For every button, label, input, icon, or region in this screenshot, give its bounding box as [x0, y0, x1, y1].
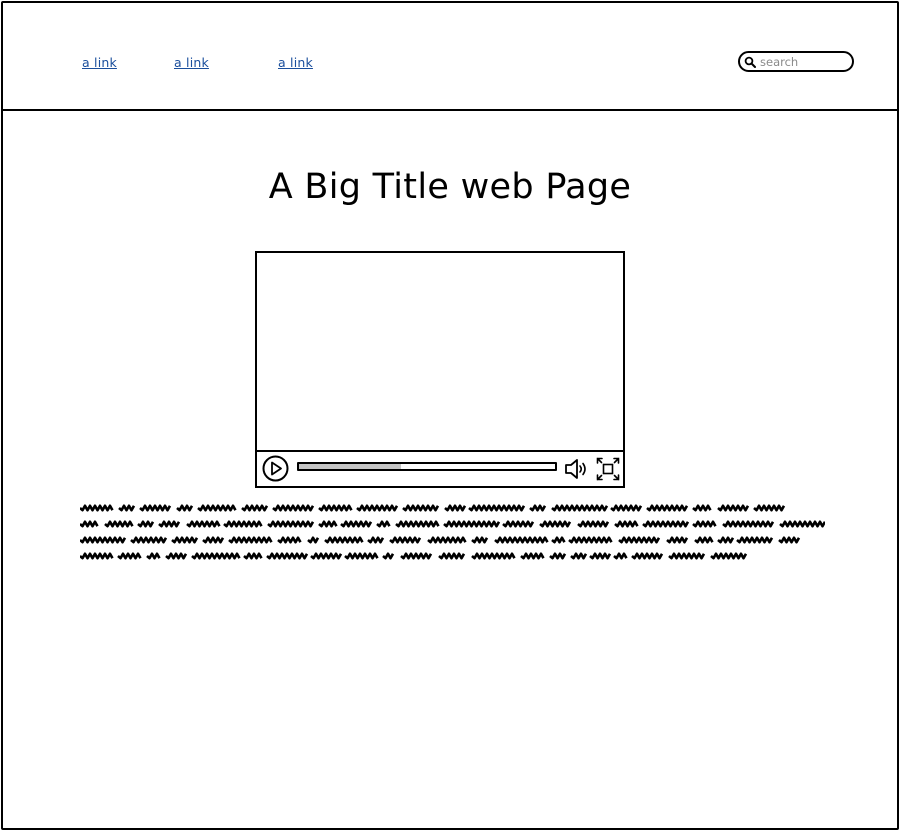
- scribble-word: [502, 520, 535, 528]
- scribble-word: [389, 536, 422, 544]
- scribble-word: [402, 504, 440, 512]
- scribble-word: [367, 536, 385, 544]
- browser-window: a link a link a link A Big Title web Pag…: [1, 1, 899, 830]
- scribble-word: [318, 520, 338, 528]
- scribble-word: [137, 520, 155, 528]
- scribble-word: [307, 536, 320, 544]
- page-title: A Big Title web Page: [268, 167, 632, 207]
- search-box[interactable]: [738, 51, 854, 72]
- scribble-word: [400, 552, 433, 560]
- scribble-word: [692, 504, 712, 512]
- nav-link-3[interactable]: a link: [278, 55, 313, 70]
- scribble-word: [722, 520, 775, 528]
- scribble-word: [318, 504, 353, 512]
- scribble-word: [610, 504, 643, 512]
- scribble-word: [310, 552, 343, 560]
- scribble-word: [692, 520, 717, 528]
- scribble-word: [165, 552, 188, 560]
- scribble-word: [266, 552, 309, 560]
- scribble-word: [197, 504, 237, 512]
- scribble-word: [80, 520, 99, 528]
- play-icon[interactable]: [262, 455, 289, 482]
- scribble-word: [80, 536, 127, 544]
- nav-link-2[interactable]: a link: [174, 55, 209, 70]
- scribble-word: [646, 504, 689, 512]
- scribble-word: [139, 504, 172, 512]
- scribble-word: [324, 536, 364, 544]
- scribble-word: [443, 520, 501, 528]
- scribble-word: [202, 536, 225, 544]
- scribble-word: [549, 552, 567, 560]
- scribble-word: [471, 536, 489, 544]
- scribble-word: [186, 520, 221, 528]
- scribble-word: [130, 536, 168, 544]
- scribble-word: [614, 520, 639, 528]
- scribble-word: [146, 552, 161, 560]
- scribble-word: [395, 520, 440, 528]
- scribble-word: [272, 504, 315, 512]
- scribble-word: [494, 536, 549, 544]
- scribble-word: [642, 520, 690, 528]
- scribble-word: [158, 520, 181, 528]
- scribble-word: [736, 536, 774, 544]
- search-input[interactable]: [760, 54, 848, 69]
- scribble-word: [118, 504, 136, 512]
- scribble-word: [471, 552, 516, 560]
- scribble-word: [779, 520, 825, 528]
- scribble-word: [243, 552, 263, 560]
- video-screen[interactable]: [257, 253, 623, 452]
- scribble-word: [176, 504, 194, 512]
- scribble-word: [613, 552, 628, 560]
- scribble-word: [427, 536, 467, 544]
- search-icon: [744, 56, 756, 68]
- scribble-word: [80, 552, 114, 560]
- video-player[interactable]: [255, 251, 625, 488]
- scribble-word: [631, 552, 664, 560]
- volume-icon[interactable]: [564, 457, 591, 481]
- scribble-word: [191, 552, 241, 560]
- scribble-word: [778, 536, 801, 544]
- progress-fill: [299, 464, 402, 469]
- scribble-word: [520, 552, 545, 560]
- site-header: a link a link a link: [3, 3, 897, 111]
- scribble-word: [551, 504, 609, 512]
- scribble-word: [228, 536, 273, 544]
- scribble-word: [539, 520, 572, 528]
- scribble-word: [241, 504, 269, 512]
- scribble-word: [356, 504, 399, 512]
- scribble-word: [80, 504, 114, 512]
- scribble-word: [438, 552, 466, 560]
- scribble-word: [223, 520, 263, 528]
- scribble-word: [117, 552, 142, 560]
- scribble-word: [618, 536, 661, 544]
- scribble-word: [277, 536, 302, 544]
- scribble-word: [577, 520, 610, 528]
- scribble-word: [344, 552, 379, 560]
- scribble-word: [468, 504, 526, 512]
- scribble-word: [717, 536, 735, 544]
- scribble-word: [376, 520, 391, 528]
- scribble-word: [171, 536, 199, 544]
- scribble-word: [753, 504, 786, 512]
- scribble-word: [340, 520, 373, 528]
- scribble-word: [382, 552, 395, 560]
- video-controls: [257, 450, 623, 486]
- scribble-word: [717, 504, 750, 512]
- scribble-word: [666, 536, 689, 544]
- scribble-word: [589, 552, 612, 560]
- scribble-word: [529, 504, 547, 512]
- scribble-word: [694, 536, 714, 544]
- nav-link-1[interactable]: a link: [82, 55, 117, 70]
- scribble-word: [444, 504, 467, 512]
- paragraph-placeholder-text: [80, 504, 825, 560]
- scribble-word: [570, 552, 588, 560]
- scribble-word: [668, 552, 706, 560]
- scribble-word: [710, 552, 748, 560]
- scribble-word: [104, 520, 134, 528]
- fullscreen-icon[interactable]: [596, 457, 620, 481]
- progress-bar[interactable]: [297, 462, 557, 471]
- scribble-word: [267, 520, 315, 528]
- scribble-word: [568, 536, 613, 544]
- scribble-word: [551, 536, 566, 544]
